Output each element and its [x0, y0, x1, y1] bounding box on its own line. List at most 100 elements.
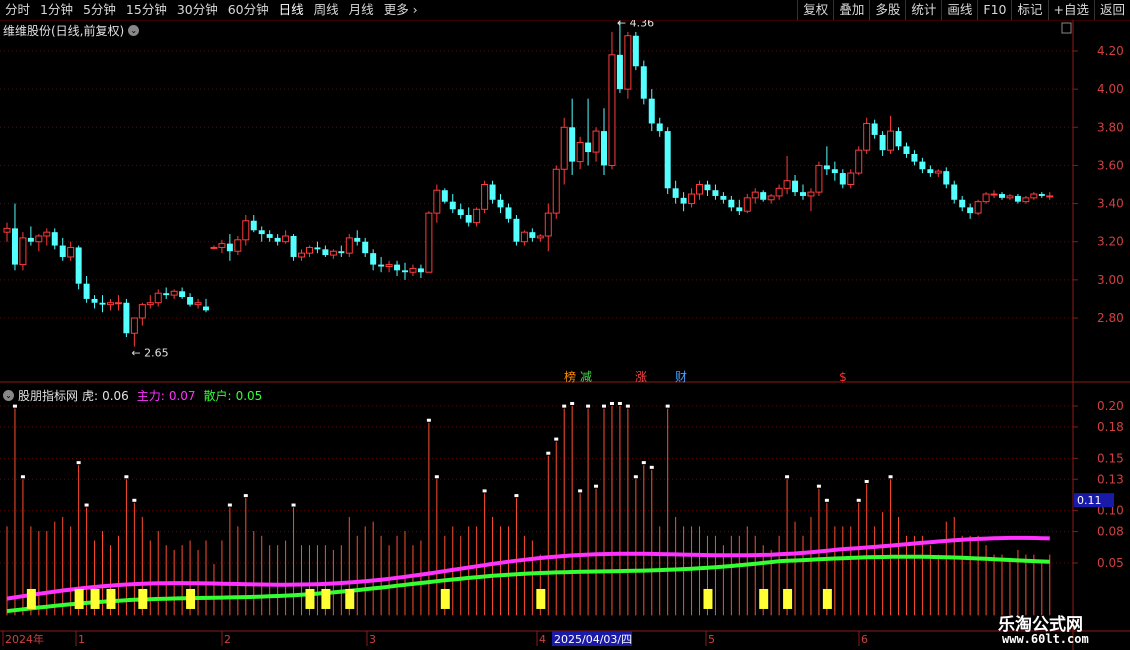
peak-dot [864, 479, 869, 483]
candle-body [305, 246, 313, 254]
period-tab-15min[interactable]: 15分钟 [121, 0, 172, 20]
candle-body [743, 197, 751, 212]
candle-body [672, 188, 679, 198]
price-tick-label: 3.40 [1097, 197, 1124, 211]
peak-dot [291, 503, 296, 507]
candle-body [529, 232, 536, 238]
candle-body [903, 146, 910, 154]
retail-value: 0.05 [235, 388, 263, 403]
candle-body [417, 268, 424, 273]
peak-dot [570, 402, 575, 405]
candle-body [601, 131, 607, 166]
date-label: 1 [78, 633, 85, 646]
period-tab-fenshi[interactable]: 分时 [0, 0, 35, 20]
candle-body [544, 212, 552, 237]
multi-stock-button[interactable]: 多股 [869, 0, 905, 20]
candle-body [823, 165, 830, 170]
peak-dot [586, 404, 591, 408]
indicator-tick-label: 0.18 [1097, 420, 1124, 434]
draw-line-button[interactable]: 画线 [941, 0, 977, 20]
price-panel-header: 维维股份(日线,前复权) ⌄ [3, 22, 140, 39]
event-marker: 财 [675, 370, 687, 384]
candle-body [871, 123, 878, 135]
peak-dot [649, 465, 654, 469]
chevron-down-icon[interactable]: ⌄ [3, 390, 14, 401]
add-watchlist-button[interactable]: +自选 [1047, 0, 1094, 20]
candle-body [704, 184, 711, 191]
indicator-tick-label: 0.15 [1097, 451, 1124, 465]
peak-dot [554, 437, 559, 441]
candle-body [863, 122, 871, 151]
chevron-right-icon: › [408, 2, 418, 17]
candle-body [775, 187, 783, 197]
candle-body [712, 190, 719, 196]
mark-button[interactable]: 标记 [1011, 0, 1047, 20]
candle-body [792, 180, 799, 193]
candle-body [123, 302, 130, 334]
candle-body [560, 126, 568, 170]
indicator-tick-label: 0.08 [1097, 525, 1124, 539]
candle-body [99, 302, 106, 305]
candle-body [290, 235, 297, 257]
indicator-name: 股朋指标网 [18, 389, 79, 403]
signal-block [440, 588, 450, 609]
candle-body [154, 292, 162, 304]
candle-body [298, 252, 306, 258]
chevron-down-icon[interactable]: ⌄ [128, 25, 140, 36]
peak-dot [434, 475, 439, 479]
candle-body [632, 35, 639, 67]
peak-dot [12, 404, 17, 408]
candle-body [378, 264, 385, 267]
candle-body [338, 251, 345, 254]
peak-dot [641, 461, 646, 465]
peak-dot [617, 402, 622, 405]
indicator-tick-label: 0.13 [1097, 472, 1124, 486]
period-tab-5min[interactable]: 5分钟 [78, 0, 121, 20]
indicator-tick-label: 0.05 [1097, 556, 1124, 570]
candle-body [919, 161, 926, 170]
peak-dot [609, 402, 614, 405]
candle-body [43, 231, 51, 237]
candle-body [1046, 195, 1054, 198]
candle-body [696, 184, 704, 195]
peak-dot [856, 498, 861, 502]
candle-body [999, 194, 1005, 198]
restore-rights-button[interactable]: 复权 [797, 0, 833, 20]
period-tab-monthly[interactable]: 月线 [344, 0, 379, 20]
peak-dot [482, 489, 487, 493]
stock-chart[interactable]: 4.20 4.00 3.80 3.60 3.40 3.20 3.00 2.80 0.20 0.18… [0, 20, 1130, 650]
candle-body [656, 123, 663, 132]
candle-body [760, 192, 767, 200]
peak-dot [785, 475, 790, 479]
watermark-url: www.60lt.com [1002, 632, 1089, 646]
low-price-label: ← 2.65 [131, 347, 168, 360]
candle-body [250, 220, 257, 231]
candle-body [990, 193, 998, 196]
overlay-button[interactable]: 叠加 [833, 0, 869, 20]
back-button[interactable]: 返回 [1093, 0, 1130, 20]
candle-body [409, 267, 417, 273]
period-tab-1min[interactable]: 1分钟 [35, 0, 78, 20]
candle-body [457, 209, 464, 216]
candle-body [35, 235, 43, 243]
period-tab-weekly[interactable]: 周线 [309, 0, 344, 20]
candle-body [1038, 194, 1045, 196]
statistics-button[interactable]: 统计 [905, 0, 941, 20]
candle-body [967, 207, 974, 214]
date-label: 2 [224, 633, 231, 646]
signal-block [186, 588, 196, 609]
candle-body [138, 304, 146, 319]
period-tab-30min[interactable]: 30分钟 [172, 0, 223, 20]
period-tab-daily[interactable]: 日线 [274, 0, 309, 20]
price-tick-label: 4.20 [1097, 44, 1124, 58]
candle-body [552, 168, 560, 214]
period-tab-more[interactable]: 更多 › [379, 0, 423, 20]
period-tab-60min[interactable]: 60分钟 [223, 0, 274, 20]
f10-button[interactable]: F10 [977, 0, 1011, 20]
signal-block [26, 588, 36, 609]
signal-block [138, 588, 148, 609]
candle-body [569, 127, 576, 162]
candle-body [895, 131, 902, 147]
event-marker: 涨 [635, 369, 647, 384]
signal-block [305, 588, 315, 609]
